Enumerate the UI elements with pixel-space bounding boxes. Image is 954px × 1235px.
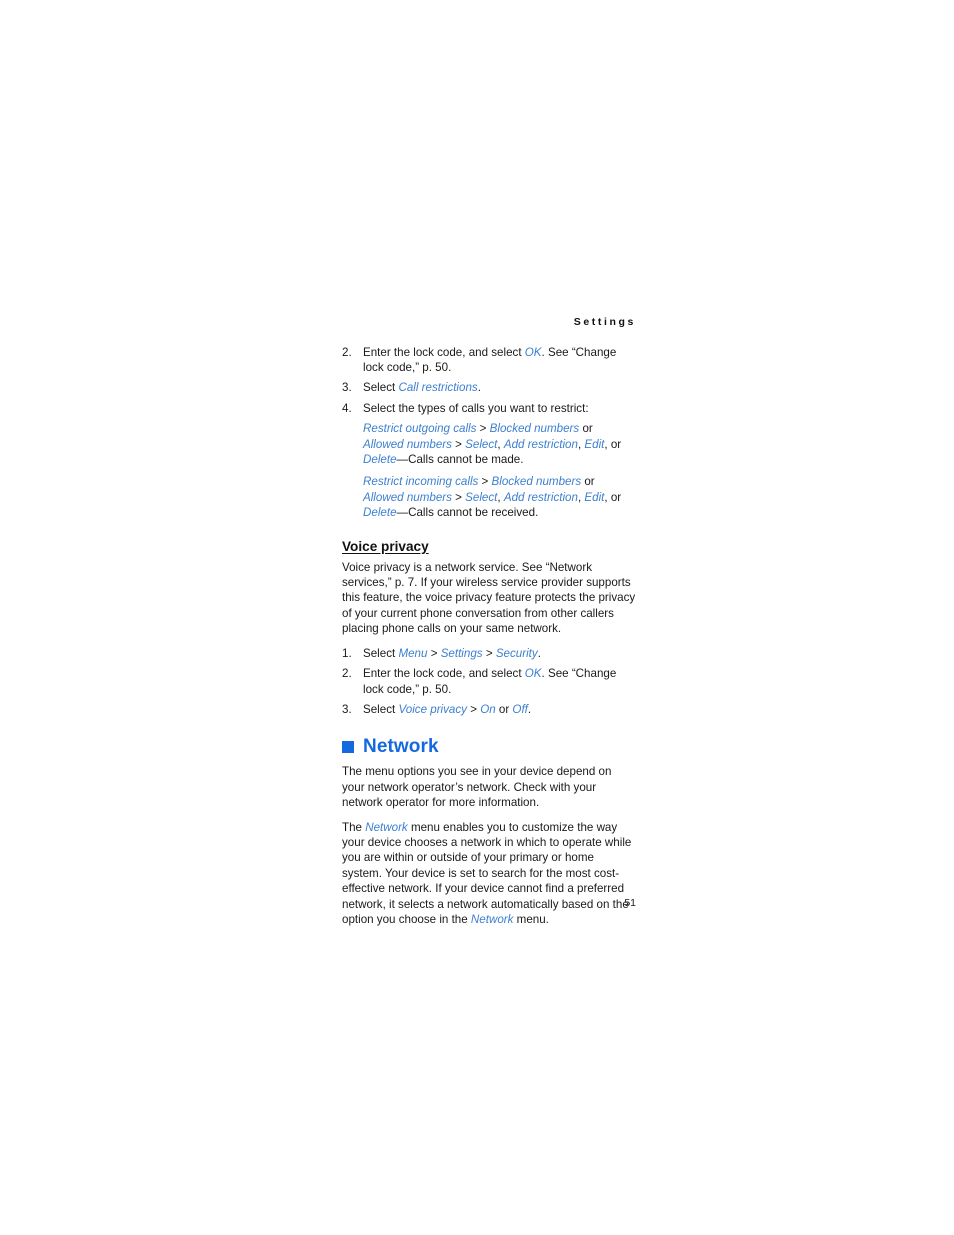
numbered-step: 2. Enter the lock code, and select OK. Se… <box>342 666 636 697</box>
square-bullet-icon <box>342 740 354 753</box>
ui-term: Restrict outgoing calls <box>363 422 477 436</box>
text-run: Enter the lock code, and select <box>363 345 525 359</box>
ui-term: Call restrictions <box>398 381 478 395</box>
restriction-detail: Restrict outgoing calls > Blocked number… <box>342 421 636 467</box>
voice-privacy-step-list: 1. Select Menu > Settings > Security. 2. En… <box>342 646 636 718</box>
call-restrictions-step-list: 2. Enter the lock code, and select OK. Se… <box>342 345 636 417</box>
ui-term: Network <box>365 820 408 834</box>
text-run: > <box>476 422 490 436</box>
numbered-step: 3. Select Voice privacy > On or Off. <box>342 702 636 717</box>
numbered-step: 4. Select the types of calls you want to … <box>342 401 636 416</box>
voice-privacy-paragraph: Voice privacy is a network service. See … <box>342 560 636 636</box>
ui-term: Add restriction <box>503 437 578 451</box>
ui-term: Delete <box>363 506 397 520</box>
text-run: or <box>579 422 593 436</box>
text-run: Select the types of calls you want to re… <box>363 401 589 415</box>
ui-term: Delete <box>363 453 397 467</box>
text-run: —Calls cannot be made. <box>396 453 524 467</box>
ui-term: Allowed numbers <box>363 490 452 504</box>
ui-term: Menu <box>398 646 428 660</box>
step-number: 2. <box>342 667 352 681</box>
restriction-detail: Restrict incoming calls > Blocked number… <box>342 474 636 520</box>
numbered-step: 2. Enter the lock code, and select OK. Se… <box>342 345 636 376</box>
ui-term: Edit <box>584 437 605 451</box>
step-number: 4. <box>342 401 352 415</box>
step-text: Select the types of calls you want to re… <box>363 402 589 415</box>
text-run: Enter the lock code, and select <box>363 667 525 681</box>
step-text: Enter the lock code, and select OK. See … <box>363 346 616 374</box>
text-run: or <box>495 702 513 716</box>
ui-term: Select <box>465 490 498 504</box>
text-run: > <box>478 475 492 489</box>
step-text: Enter the lock code, and select OK. See … <box>363 667 616 695</box>
text-run: > <box>451 437 466 451</box>
page-number: 51 <box>624 897 636 909</box>
text-run: menu enables you to customize the way yo… <box>342 820 632 926</box>
text-run: menu. <box>513 912 549 926</box>
text-run: > <box>427 646 441 660</box>
ui-term: On <box>480 702 496 716</box>
step-number: 1. <box>342 646 352 660</box>
document-page: Settings 2. Enter the lock code, and sele… <box>0 0 954 1235</box>
ui-term: Edit <box>584 490 605 504</box>
network-paragraph-1: The menu options you see in your device … <box>342 765 612 810</box>
step-text: Select Call restrictions. <box>363 381 481 394</box>
text-run: , or <box>604 437 622 451</box>
ui-term: Blocked numbers <box>489 422 580 436</box>
step-number: 3. <box>342 381 352 395</box>
numbered-step: 3. Select Call restrictions. <box>342 380 636 395</box>
network-chapter-heading: Network <box>342 737 636 756</box>
text-run: , or <box>604 490 622 504</box>
text-run: or <box>581 475 595 489</box>
text-run: . <box>477 381 481 395</box>
text-run: > <box>451 490 466 504</box>
text-run: > <box>466 702 481 716</box>
restriction-detail-blocks: Restrict outgoing calls > Blocked number… <box>342 421 636 520</box>
ui-term: Allowed numbers <box>363 437 452 451</box>
step-number: 3. <box>342 702 352 716</box>
step-text: Select Menu > Settings > Security. <box>363 647 541 660</box>
text-run: > <box>482 646 496 660</box>
ui-term: OK <box>524 345 542 359</box>
ui-term: Security <box>495 646 538 660</box>
text-run: —Calls cannot be received. <box>396 506 539 520</box>
ui-term: Settings <box>440 646 483 660</box>
ui-term: Off <box>512 702 528 716</box>
step-number: 2. <box>342 345 352 359</box>
text-run: Select <box>363 381 399 395</box>
text-run: . <box>537 646 541 660</box>
numbered-step: 1. Select Menu > Settings > Security. <box>342 646 636 661</box>
ui-term: Voice privacy <box>398 702 467 716</box>
text-run: Select <box>363 646 399 660</box>
text-run: Select <box>363 702 399 716</box>
step-text: Select Voice privacy > On or Off. <box>363 703 531 716</box>
text-run: The <box>342 820 366 834</box>
ui-term: Select <box>465 437 498 451</box>
text-run: . <box>527 702 532 716</box>
voice-privacy-heading: Voice privacy <box>342 538 429 554</box>
ui-term: Blocked numbers <box>491 475 582 489</box>
ui-term: Network <box>470 912 514 926</box>
running-head: Settings <box>573 316 636 328</box>
ui-term: Add restriction <box>503 490 578 504</box>
ui-term: Restrict incoming calls <box>363 475 479 489</box>
page-content-column: Settings 2. Enter the lock code, and sele… <box>342 316 636 936</box>
network-paragraph-2: The Network menu enables you to customiz… <box>342 820 636 928</box>
network-heading-label: Network <box>363 736 439 758</box>
ui-term: OK <box>524 667 542 681</box>
